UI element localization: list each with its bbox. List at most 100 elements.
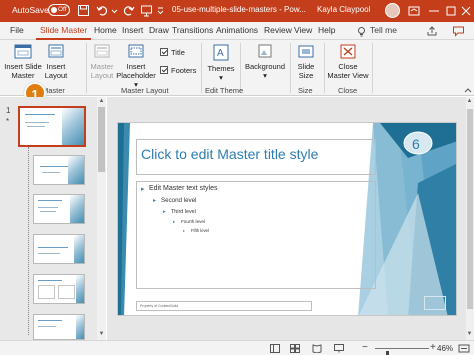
footers-checkbox[interactable]: Footers xyxy=(160,66,196,75)
insert-placeholder-icon xyxy=(128,44,144,58)
slide-size-button[interactable]: Slide Size xyxy=(294,43,318,80)
ribbon-tabs: File Slide Master Home Insert Draw Trans… xyxy=(0,22,474,40)
slide-scroll-thumb[interactable] xyxy=(467,109,473,309)
tab-file[interactable]: File xyxy=(10,25,24,35)
tell-me-search[interactable]: Tell me xyxy=(370,25,397,35)
thumbnail-theme-graphic xyxy=(70,195,84,223)
thumbnail-layout[interactable] xyxy=(33,194,85,224)
slideshow-view-icon[interactable] xyxy=(334,344,344,353)
insert-layout-label-2: Layout xyxy=(44,71,68,80)
scroll-down-icon[interactable]: ▼ xyxy=(98,331,105,338)
save-icon[interactable] xyxy=(77,4,90,17)
insert-layout-label-1: Insert xyxy=(46,62,66,71)
thumbnail-scroll-thumb[interactable] xyxy=(98,107,105,172)
master-slide-number: 1 xyxy=(6,106,11,115)
background-chevron-icon: ▾ xyxy=(263,71,267,80)
redo-icon[interactable] xyxy=(122,4,135,17)
svg-text:6: 6 xyxy=(412,136,420,152)
tab-review[interactable]: Review xyxy=(264,25,292,35)
thumbnail-slide-master[interactable] xyxy=(18,106,86,147)
slide-number-placeholder[interactable] xyxy=(424,296,446,310)
thumbnail-layout[interactable] xyxy=(33,234,85,264)
tab-transitions[interactable]: Transitions xyxy=(172,25,213,35)
thumbnail-text-line xyxy=(27,126,45,127)
fit-to-window-icon[interactable] xyxy=(458,344,470,353)
checkbox-title-box[interactable] xyxy=(160,48,168,56)
ribbon-display-icon[interactable] xyxy=(405,2,423,20)
tab-home[interactable]: Home xyxy=(94,25,117,35)
undo-icon[interactable] xyxy=(96,4,109,17)
zoom-out-button[interactable]: − xyxy=(362,342,368,353)
slideshow-icon[interactable] xyxy=(140,4,153,17)
thumbnail-theme-graphic xyxy=(62,108,84,145)
avatar[interactable] xyxy=(385,3,400,18)
tab-draw[interactable]: Draw xyxy=(149,25,169,35)
close-master-view-label-2: Master View xyxy=(327,71,369,80)
layout-connector-line xyxy=(28,147,29,335)
customize-qat-icon[interactable] xyxy=(156,4,165,17)
autosave-toggle[interactable]: Off xyxy=(48,4,70,16)
undo-dropdown-icon[interactable] xyxy=(111,4,118,17)
tab-insert[interactable]: Insert xyxy=(122,25,143,35)
collapse-ribbon-icon[interactable] xyxy=(464,86,472,94)
master-layout-button[interactable]: Master Layout xyxy=(90,43,114,80)
themes-icon: A xyxy=(213,44,229,61)
scroll-down-icon[interactable]: ▼ xyxy=(466,331,473,338)
tab-view[interactable]: View xyxy=(294,25,312,35)
themes-label: Themes xyxy=(207,64,235,73)
master-slide-canvas[interactable]: 6 Click to edit Master title style Edit … xyxy=(117,122,457,316)
slide-sorter-icon[interactable] xyxy=(290,344,300,353)
footers-checkbox-label: Footers xyxy=(171,66,197,75)
background-label: Background xyxy=(244,62,286,71)
comments-icon[interactable] xyxy=(452,25,465,37)
thumbnail-layout[interactable] xyxy=(33,155,85,185)
lightbulb-icon xyxy=(358,27,365,37)
share-icon[interactable] xyxy=(426,25,438,37)
slide-size-icon xyxy=(298,45,314,58)
tab-help[interactable]: Help xyxy=(318,25,335,35)
user-name[interactable]: Kayla Claypool xyxy=(317,5,370,14)
checkbox-footers-box[interactable] xyxy=(160,66,168,74)
reading-view-icon[interactable] xyxy=(312,344,322,353)
group-label-edit-theme: Edit Theme xyxy=(205,86,244,95)
slide-scrollbar[interactable]: ▲ ▼ xyxy=(466,97,474,340)
background-button[interactable]: Background ▾ xyxy=(244,43,286,80)
title-checkbox[interactable]: Title xyxy=(160,48,185,57)
title-placeholder[interactable]: Click to edit Master title style xyxy=(136,139,376,175)
slide-editing-area: 6 Click to edit Master title style Edit … xyxy=(107,97,466,340)
zoom-in-button[interactable]: + xyxy=(430,342,436,353)
footer-placeholder[interactable]: Property of ContentSolid xyxy=(136,301,312,311)
zoom-percent[interactable]: 46% xyxy=(437,344,453,353)
master-layout-icon xyxy=(94,44,110,58)
insert-placeholder-button[interactable]: Insert Placeholder ▾ xyxy=(116,43,156,89)
thumbnail-layout[interactable] xyxy=(33,314,85,340)
close-window-icon[interactable] xyxy=(458,2,474,20)
scroll-up-icon[interactable]: ▲ xyxy=(98,98,105,105)
insert-slide-master-button[interactable]: Insert Slide Master xyxy=(4,43,42,80)
thumbnail-theme-graphic xyxy=(68,156,84,184)
insert-slide-master-icon xyxy=(14,44,32,59)
thumbnail-title-line xyxy=(38,200,62,201)
thumbnail-theme-graphic xyxy=(76,315,84,339)
zoom-slider-knob[interactable] xyxy=(386,351,389,355)
close-master-view-button[interactable]: Close Master View xyxy=(327,43,369,80)
group-separator xyxy=(201,43,202,93)
minimize-icon[interactable] xyxy=(425,2,443,20)
normal-view-icon[interactable] xyxy=(270,344,280,353)
thumbnail-text-line xyxy=(38,253,60,254)
zoom-slider[interactable] xyxy=(375,348,429,355)
thumbnail-layout[interactable] xyxy=(33,274,85,304)
tab-slide-master[interactable]: Slide Master xyxy=(36,24,92,40)
thumbnail-title-line xyxy=(25,114,55,115)
insert-layout-button[interactable]: Insert Layout xyxy=(43,43,69,80)
themes-button[interactable]: A Themes ▾ xyxy=(206,43,236,82)
thumbnail-text-line xyxy=(25,122,49,123)
thumbnail-scrollbar[interactable]: ▲ ▼ xyxy=(97,97,106,340)
body-placeholder[interactable]: Edit Master text styles Second level Thi… xyxy=(136,181,376,289)
thumbnail-title-line xyxy=(38,320,62,321)
insert-slide-master-label-1: Insert Slide xyxy=(4,62,42,71)
group-separator xyxy=(86,43,87,93)
scroll-up-icon[interactable]: ▲ xyxy=(466,98,473,105)
tab-animations[interactable]: Animations xyxy=(216,25,258,35)
themes-chevron-icon: ▾ xyxy=(219,73,223,82)
